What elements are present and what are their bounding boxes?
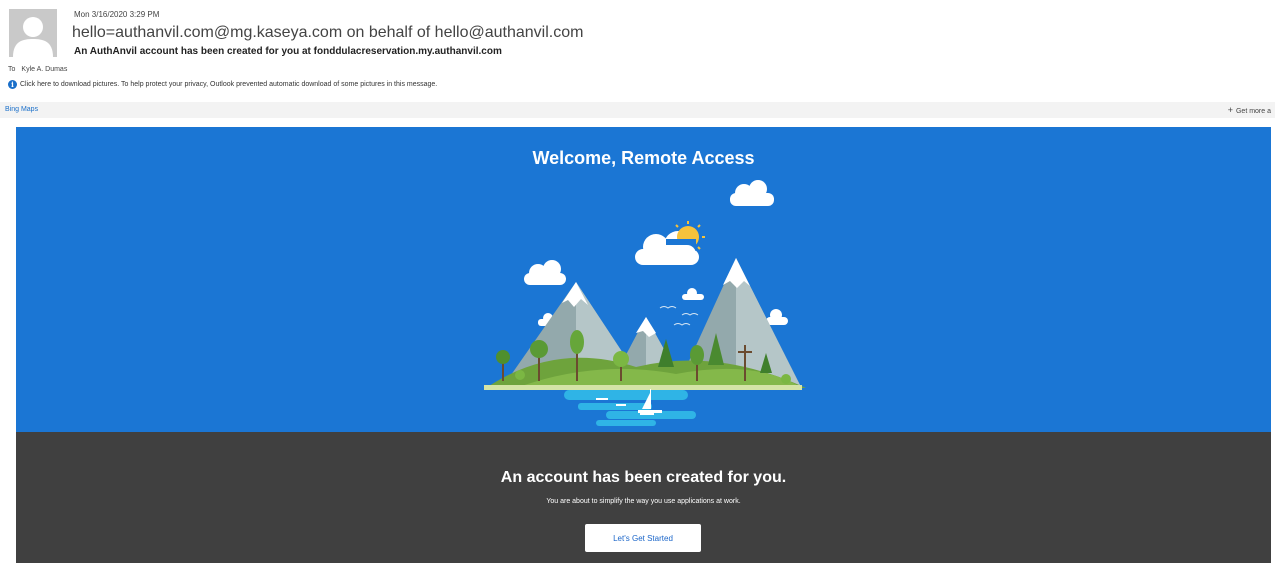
plus-icon: +: [1227, 105, 1233, 115]
lets-get-started-button[interactable]: Let's Get Started: [585, 524, 701, 552]
account-created-heading: An account has been created for you.: [500, 469, 787, 486]
download-pictures-bar[interactable]: i Click here to download pictures. To he…: [8, 80, 437, 89]
bing-maps-link[interactable]: Bing Maps: [5, 106, 38, 113]
email-subject: An AuthAnvil account has been created fo…: [74, 46, 502, 57]
get-more-addins-button[interactable]: + Get more a: [1228, 105, 1271, 115]
email-date: Mon 3/16/2020 3:29 PM: [74, 10, 160, 19]
get-more-label: Get more a: [1235, 108, 1271, 115]
sender-avatar: [9, 9, 57, 57]
email-sender[interactable]: hello=authanvil.com@mg.kaseya.com on beh…: [72, 24, 583, 42]
cloud-icon: [682, 288, 704, 300]
email-recipients: To Kyle A. Dumas: [8, 66, 67, 73]
privacy-notice-text: Click here to download pictures. To help…: [20, 81, 438, 88]
account-created-subtext: You are about to simplify the way you us…: [546, 498, 741, 505]
cloud-icon: [730, 180, 774, 206]
to-label: To: [8, 66, 16, 73]
cloud-icon: [524, 260, 566, 285]
person-icon: [13, 17, 53, 57]
info-icon: i: [8, 80, 17, 89]
cloud-icon: [766, 309, 788, 325]
account-created-panel: An account has been created for you. You…: [16, 432, 1271, 563]
mountain-island-icon: [484, 180, 806, 426]
recipient-name[interactable]: Kyle A. Dumas: [21, 66, 67, 73]
welcome-banner: Welcome, Remote Access: [16, 127, 1271, 432]
addins-bar: Bing Maps + Get more a: [0, 102, 1275, 118]
